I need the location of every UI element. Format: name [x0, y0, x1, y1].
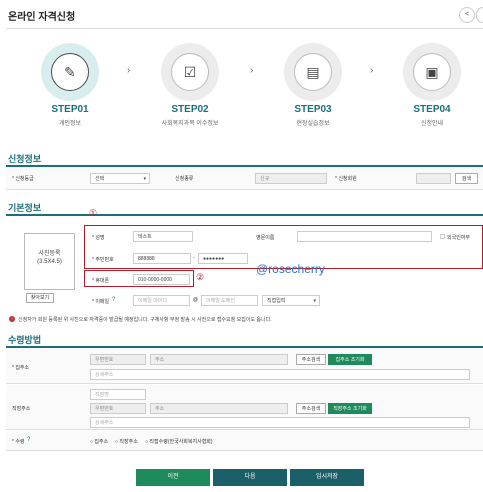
email-at: @: [193, 297, 199, 303]
foreign-label: 외국인여부: [447, 235, 471, 241]
step-04-label: STEP04: [413, 104, 451, 115]
photo-browse-button[interactable]: 찾아보기: [26, 293, 54, 303]
method-option-direct[interactable]: ○ 직접수령(한국사회복지사협회): [145, 438, 213, 445]
share-icon[interactable]: <: [459, 7, 475, 23]
home-copy-button[interactable]: 집주소 조기화: [328, 354, 372, 365]
ssn-label: * 주민번호: [92, 257, 114, 263]
method-option-home[interactable]: ○ 집주소: [90, 438, 108, 445]
step-04-circle: ▣: [403, 43, 461, 101]
foreign-checkbox[interactable]: [440, 234, 445, 239]
work-name-field[interactable]: 직장명: [90, 389, 146, 400]
eng-name-field[interactable]: [297, 231, 432, 242]
print-icon[interactable]: [476, 7, 483, 23]
type-label: 신청종류: [175, 176, 194, 182]
home-zip-field[interactable]: 우편번호: [90, 354, 146, 365]
step-02-label: STEP02: [171, 104, 209, 115]
org-label: * 신청회원: [335, 176, 357, 182]
step-04-sub: 신청안내: [420, 121, 444, 127]
document-list-icon: ▤: [294, 53, 332, 91]
email-domain-field[interactable]: 이메일 도메인: [201, 295, 258, 306]
page-title: 온라인 자격신청: [8, 12, 76, 23]
email-id-field[interactable]: 이메일 아이디: [133, 295, 190, 306]
home-detail-field[interactable]: 상세주소: [90, 369, 470, 380]
home-search-button[interactable]: 주소검색: [296, 354, 326, 365]
prev-button[interactable]: 이전: [136, 469, 210, 486]
watermark: @rosecherry: [256, 262, 325, 276]
chevron-right-icon: ›: [127, 65, 131, 76]
method-option-work[interactable]: ○ 직장주소: [115, 438, 138, 445]
ssn-front-field[interactable]: 888888: [133, 253, 191, 264]
email-label: * 이메일: [92, 299, 110, 305]
section-title-receive: 수령방법: [8, 335, 42, 345]
apply-row: [6, 167, 483, 190]
photo-placeholder: 사진등록 (3.5X4.5): [24, 233, 75, 290]
divider: [6, 28, 483, 29]
phone-label: * 휴대폰: [92, 278, 110, 284]
work-zip-field[interactable]: 우편번호: [90, 403, 146, 414]
method-row: [6, 431, 483, 451]
step-01-sub: 개인정보: [58, 121, 82, 127]
work-copy-button[interactable]: 직장주소 조기화: [328, 403, 372, 414]
temp-save-button[interactable]: 임시저장: [290, 469, 364, 486]
home-label: * 집주소: [12, 365, 30, 371]
type-field: 신규: [255, 173, 327, 184]
notice-icon: !: [9, 316, 15, 322]
help-icon: ?: [112, 297, 116, 303]
step-03-sub: 현장실습정보: [296, 121, 330, 127]
step-02-sub: 사회복지과목 이수정보: [161, 121, 219, 127]
step-03-circle: ▤: [284, 43, 342, 101]
next-button[interactable]: 다음: [213, 469, 287, 486]
email-domain-select[interactable]: 직접입력 ▾: [262, 295, 320, 306]
phone-field[interactable]: 010-0000-0000: [133, 274, 190, 285]
section-title-basic: 기본정보: [8, 203, 42, 213]
notice-text: 신청자가 회원 등록된 위 사진으로 자격증이 발급될 예정입니다. 구체사항 …: [18, 317, 272, 323]
name-label: * 성명: [92, 235, 105, 241]
step-02-circle: ☑: [161, 43, 219, 101]
grade-label: * 신청등급: [12, 176, 34, 182]
ssn-dash: -: [193, 255, 195, 261]
method-label: * 수령: [12, 439, 25, 445]
step-01-circle: ✎: [41, 43, 99, 101]
chevron-right-icon: ›: [370, 65, 374, 76]
grade-select[interactable]: 선택 ▾: [90, 173, 150, 184]
bag-icon: ▣: [413, 53, 451, 91]
org-field: [416, 173, 451, 184]
work-detail-field[interactable]: 상세주소: [90, 417, 470, 428]
section-title-apply: 신청정보: [8, 154, 42, 164]
work-label: 직장주소: [12, 406, 31, 412]
name-field[interactable]: 테스트: [133, 231, 193, 242]
eng-name-label: 영문이름: [256, 235, 275, 241]
step-01-label: STEP01: [51, 104, 89, 115]
search-button[interactable]: 검색: [455, 173, 478, 184]
marker-2: ②: [196, 272, 205, 282]
home-addr-field[interactable]: 주소: [150, 354, 288, 365]
ssn-back-field[interactable]: ●●●●●●●: [198, 253, 248, 264]
step-03-label: STEP03: [294, 104, 332, 115]
chevron-right-icon: ›: [250, 65, 254, 76]
form-edit-icon: ✎: [51, 53, 89, 91]
work-addr-field[interactable]: 주소: [150, 403, 288, 414]
section-divider: [6, 214, 483, 216]
marker-1: ①: [89, 208, 98, 218]
help-icon: ?: [27, 437, 31, 443]
work-search-button[interactable]: 주소검색: [296, 403, 326, 414]
clipboard-check-icon: ☑: [171, 53, 209, 91]
